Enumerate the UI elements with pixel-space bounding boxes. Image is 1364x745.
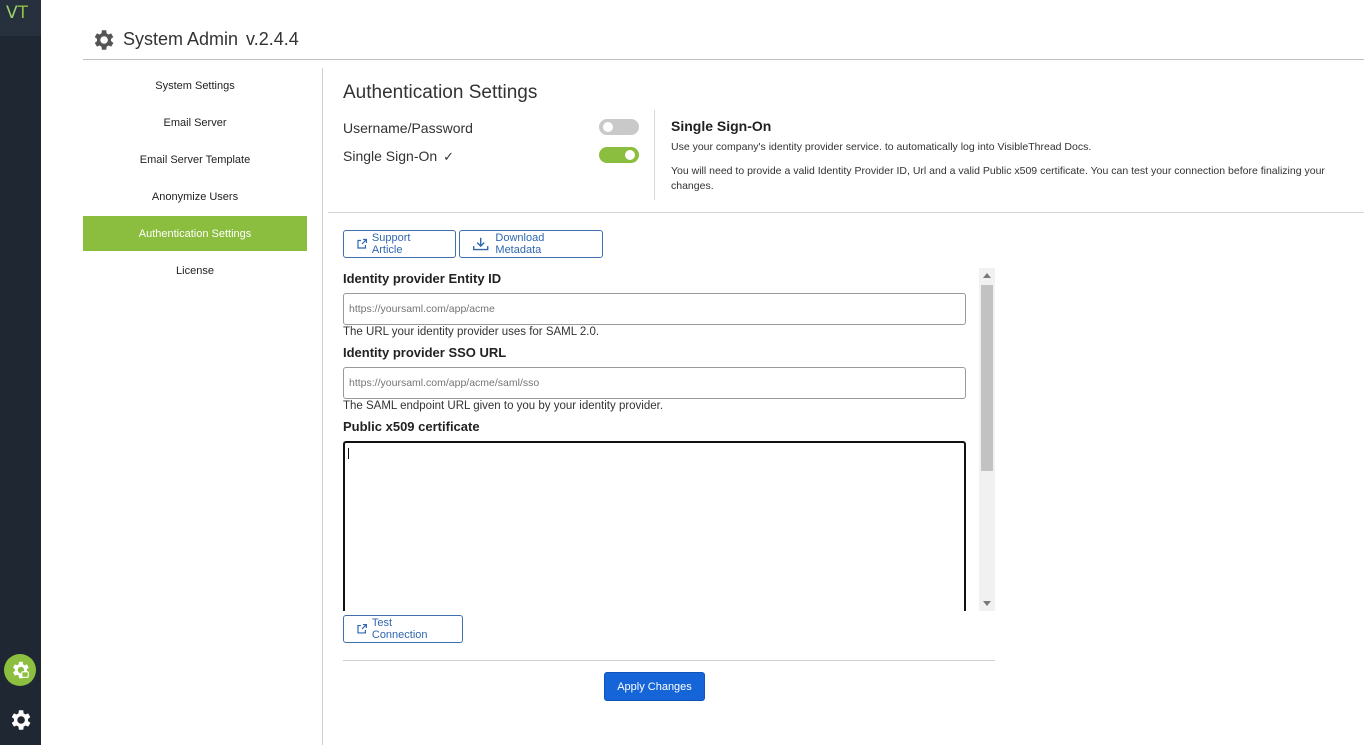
toggle-knob [625, 150, 635, 160]
button-label: Download Metadata [495, 232, 545, 256]
info-divider [654, 110, 655, 200]
left-rail: VT [0, 0, 41, 745]
app-logo[interactable]: VT [0, 0, 41, 36]
checkmark-icon: ✓ [443, 149, 455, 164]
nav-item-email-server-template[interactable]: Email Server Template [83, 142, 307, 177]
gear-icon [90, 27, 116, 58]
page-title: System Admin v.2.4.4 [123, 29, 299, 50]
sso-info-line1: Use your company's identity provider ser… [671, 141, 1092, 153]
sso-form: Identity provider Entity ID The URL your… [343, 268, 968, 611]
nav-item-system-settings[interactable]: System Settings [83, 68, 307, 103]
option-single-sign-on: Single Sign-On ✓ [343, 148, 454, 165]
sso-url-input[interactable] [343, 367, 966, 399]
option-username-password: Username/Password [343, 120, 473, 136]
scroll-up-arrow-icon[interactable] [983, 273, 991, 278]
nav-item-authentication-settings[interactable]: Authentication Settings [83, 216, 307, 251]
logo-v: V [6, 3, 18, 23]
apply-changes-button[interactable]: Apply Changes [604, 672, 705, 701]
scroll-down-arrow-icon[interactable] [983, 601, 991, 606]
section-title: Authentication Settings [343, 82, 538, 103]
test-connection-button[interactable]: Test Connection [343, 615, 463, 643]
app-title: System Admin [123, 29, 239, 49]
gear-lock-icon[interactable] [4, 654, 36, 686]
nav-item-email-server[interactable]: Email Server [83, 105, 307, 140]
section-divider [328, 212, 1364, 213]
certificate-label: Public x509 certificate [343, 419, 480, 434]
option-label: Username/Password [343, 120, 473, 136]
page-header: System Admin v.2.4.4 [83, 22, 1364, 60]
support-article-button[interactable]: Support Article [343, 230, 456, 258]
vertical-divider [322, 68, 323, 745]
download-icon [473, 237, 489, 251]
text-caret [348, 448, 349, 459]
sso-info-line2: You will need to provide a valid Identit… [671, 165, 1325, 192]
certificate-textarea[interactable] [343, 441, 966, 611]
scrollbar-thumb[interactable] [981, 285, 993, 471]
sso-url-label: Identity provider SSO URL [343, 345, 507, 360]
single-sign-on-toggle[interactable] [599, 147, 639, 163]
button-label: Test Connection [371, 617, 428, 641]
nav-item-anonymize-users[interactable]: Anonymize Users [83, 179, 307, 214]
button-label: Support Article [371, 232, 411, 256]
external-link-icon [357, 623, 367, 634]
entity-id-help: The URL your identity provider uses for … [343, 326, 600, 338]
option-label: Single Sign-On [343, 148, 438, 164]
footer-divider [343, 660, 995, 661]
settings-nav: System Settings Email Server Email Serve… [83, 68, 307, 290]
external-link-icon [357, 238, 368, 249]
entity-id-label: Identity provider Entity ID [343, 271, 502, 286]
logo-t: T [17, 3, 29, 23]
sso-url-help: The SAML endpoint URL given to you by yo… [343, 400, 664, 412]
username-password-toggle[interactable] [599, 119, 639, 135]
toggle-knob [603, 122, 613, 132]
entity-id-input[interactable] [343, 293, 966, 325]
form-scrollbar[interactable] [979, 268, 995, 611]
download-metadata-button[interactable]: Download Metadata [459, 230, 603, 258]
app-version: v.2.4.4 [246, 29, 299, 49]
nav-item-license[interactable]: License [83, 253, 307, 288]
gear-icon[interactable] [4, 704, 36, 736]
sso-info-heading: Single Sign-On [671, 118, 772, 134]
